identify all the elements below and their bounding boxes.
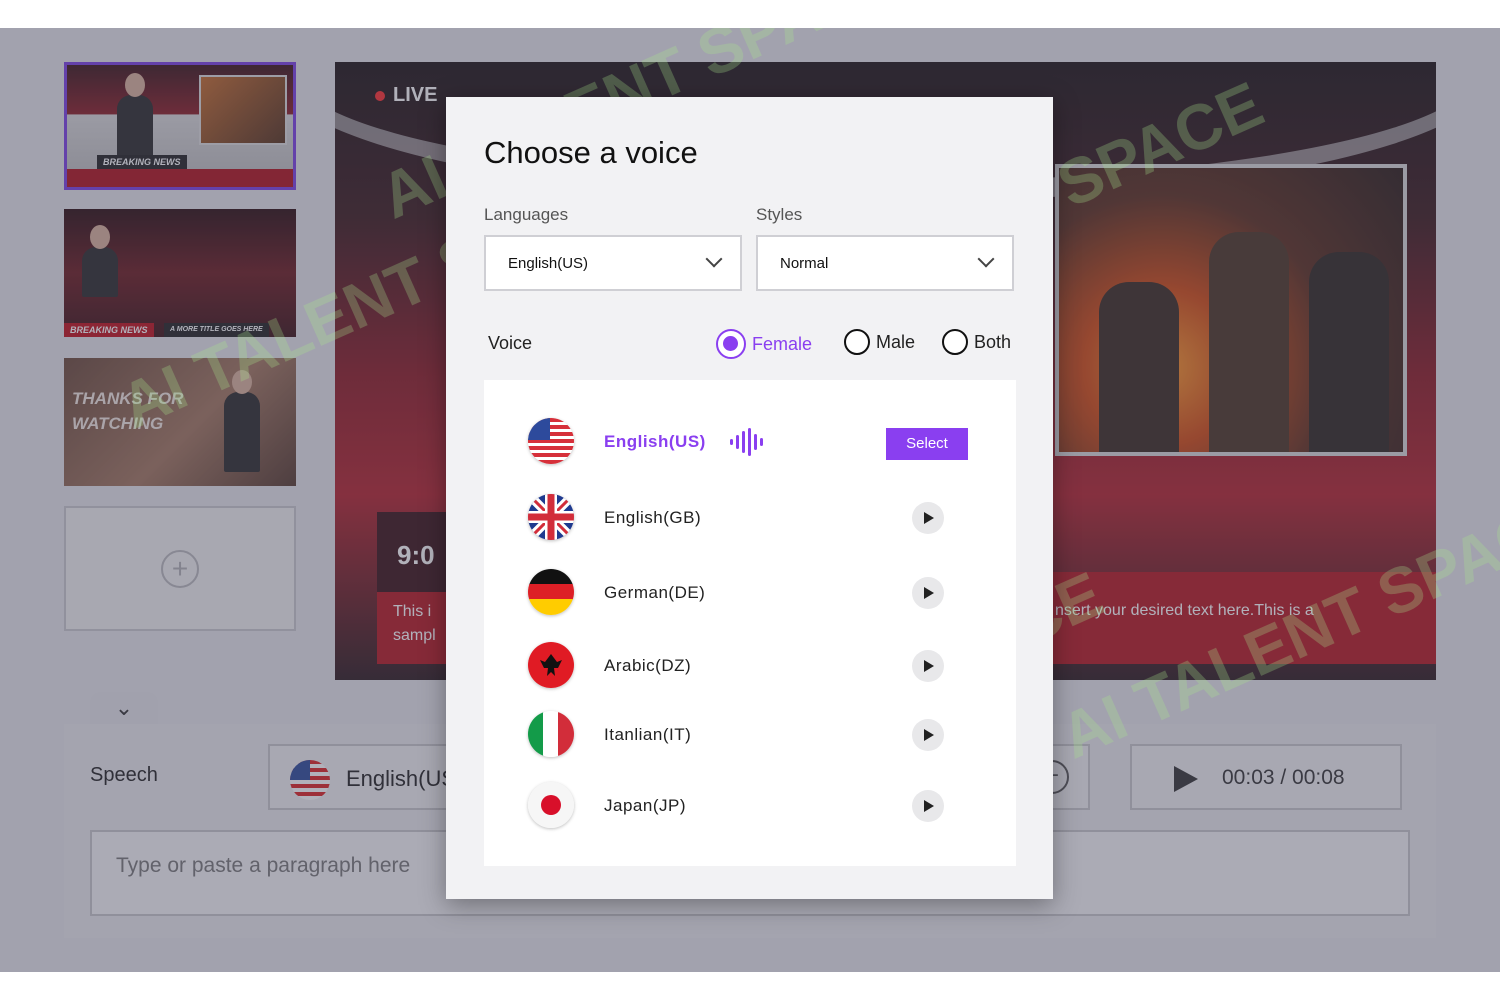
- germany-flag-icon: [528, 569, 574, 615]
- play-icon[interactable]: [912, 577, 944, 609]
- languages-select[interactable]: English(US): [484, 235, 742, 291]
- albania-flag-icon: [528, 642, 574, 688]
- languages-value: English(US): [508, 255, 589, 272]
- radio-checked-icon: [716, 329, 746, 359]
- voice-row-english-gb[interactable]: English(GB): [484, 488, 1016, 548]
- italy-flag-icon: [528, 711, 574, 757]
- japan-flag-icon: [528, 782, 574, 828]
- radio-male[interactable]: Male: [844, 329, 915, 355]
- radio-male-label: Male: [876, 331, 916, 352]
- voice-label: Voice: [488, 333, 533, 353]
- styles-select[interactable]: Normal: [756, 235, 1014, 291]
- radio-female-label: Female: [752, 333, 813, 354]
- voice-row-arabic-dz[interactable]: Arabic(DZ): [484, 636, 1016, 696]
- voice-name: English(GB): [604, 508, 702, 527]
- styles-label: Styles: [756, 205, 803, 224]
- voice-list: English(US) Select English(GB) German(DE…: [484, 380, 1016, 866]
- voice-name: Arabic(DZ): [604, 656, 692, 675]
- styles-value: Normal: [780, 255, 829, 272]
- voice-name: English(US): [604, 432, 706, 451]
- radio-unchecked-icon: [942, 329, 968, 355]
- dialog-title: Choose a voice: [484, 135, 698, 170]
- voice-row-japan-jp[interactable]: Japan(JP): [484, 776, 1016, 836]
- voice-name: German(DE): [604, 583, 706, 602]
- chevron-down-icon: [977, 250, 995, 268]
- radio-unchecked-icon: [844, 329, 870, 355]
- editor-stage: BREAKING NEWS BREAKING NEWS A MORE TITLE…: [0, 28, 1500, 972]
- us-flag-icon: [528, 418, 574, 464]
- chevron-down-icon: [705, 250, 723, 268]
- audio-wave-icon: [730, 428, 763, 456]
- play-icon[interactable]: [912, 650, 944, 682]
- radio-both-label: Both: [974, 331, 1012, 352]
- select-voice-button[interactable]: Select: [886, 428, 968, 460]
- choose-voice-dialog: Choose a voice Languages English(US) Sty…: [446, 97, 1053, 899]
- play-icon[interactable]: [912, 719, 944, 751]
- voice-row-english-us[interactable]: English(US) Select: [484, 412, 1016, 472]
- voice-row-italian-it[interactable]: Itanlian(IT): [484, 705, 1016, 765]
- voice-name: Japan(JP): [604, 796, 686, 815]
- play-icon[interactable]: [912, 502, 944, 534]
- radio-female[interactable]: Female: [716, 329, 812, 359]
- play-icon[interactable]: [912, 790, 944, 822]
- languages-label: Languages: [484, 205, 569, 224]
- voice-row-german-de[interactable]: German(DE): [484, 563, 1016, 623]
- voice-name: Itanlian(IT): [604, 725, 692, 744]
- uk-flag-icon: [528, 494, 574, 540]
- radio-both[interactable]: Both: [942, 329, 1011, 355]
